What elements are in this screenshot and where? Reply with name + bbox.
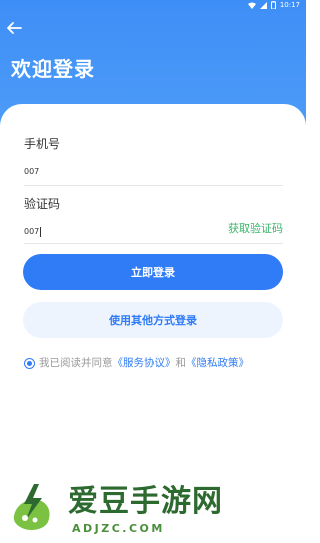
code-divider: [24, 243, 283, 244]
get-code-button[interactable]: 获取验证码: [228, 222, 283, 236]
phone-divider: [24, 185, 283, 186]
agreement-and: 和: [175, 357, 187, 369]
agreement-prefix: 我已阅读并同意: [39, 357, 113, 369]
arrow-left-icon: [7, 22, 22, 34]
watermark-logo: [13, 484, 50, 530]
phone-label: 手机号: [24, 137, 61, 151]
login-button[interactable]: 立即登录: [23, 254, 283, 290]
status-bar: 10:17: [0, 0, 306, 10]
code-label: 验证码: [24, 197, 61, 211]
signal-icon: [259, 1, 267, 9]
status-icons: 10:17: [247, 0, 300, 10]
back-button[interactable]: [4, 19, 24, 37]
phone-input[interactable]: 007: [24, 166, 39, 178]
wifi-icon: [247, 2, 256, 9]
page-title: 欢迎登录: [11, 57, 95, 81]
privacy-policy-link[interactable]: 《隐私政策》: [186, 356, 249, 370]
agreement-row: 我已阅读并同意 《服务协议》 和 《隐私政策》: [24, 356, 249, 370]
service-agreement-link[interactable]: 《服务协议》: [113, 356, 176, 370]
watermark: 爱豆手游网 ADJZC.COM: [8, 480, 268, 542]
other-login-button[interactable]: 使用其他方式登录: [23, 302, 283, 338]
status-time: 10:17: [279, 1, 300, 9]
watermark-domain: ADJZC.COM: [72, 522, 165, 535]
code-input[interactable]: 007: [24, 226, 42, 238]
code-input-value: 007: [24, 227, 40, 236]
watermark-name: 爱豆手游网: [68, 484, 223, 519]
radio-checked-dot: [27, 360, 32, 366]
agree-radio[interactable]: [24, 357, 35, 369]
battery-icon: [270, 1, 276, 9]
text-caret: [40, 226, 42, 237]
